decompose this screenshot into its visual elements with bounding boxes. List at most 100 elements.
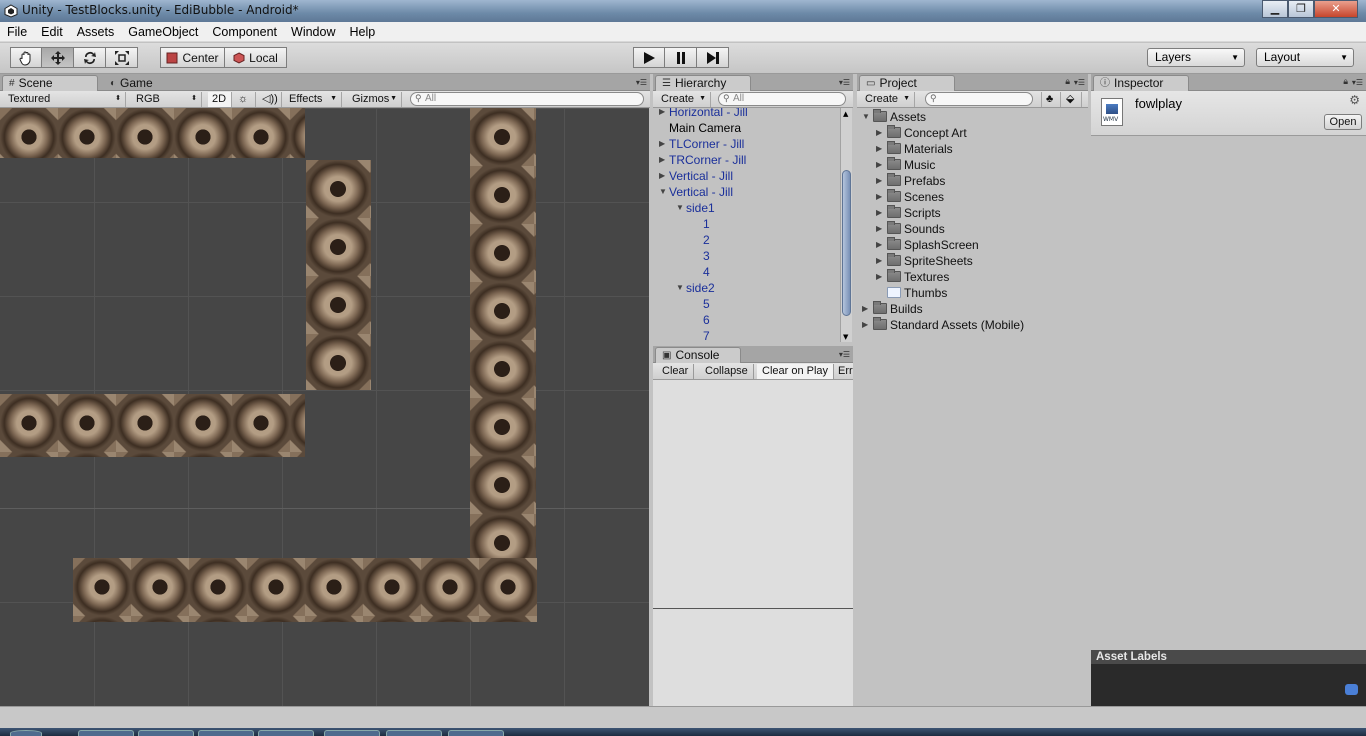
expanded-triangle-icon[interactable]: ▼ (659, 184, 667, 200)
expanded-triangle-icon[interactable]: ▼ (676, 280, 684, 296)
hierarchy-item[interactable]: ▶ Horizontal - Jill (659, 108, 748, 120)
project-folder[interactable]: ▶ SplashScreen (876, 237, 979, 253)
audio-toggle[interactable]: ◁)) (258, 92, 282, 107)
project-folder[interactable]: ▶ Prefabs (876, 173, 945, 189)
hierarchy-scrollbar[interactable]: ▲ ▼ (840, 108, 852, 342)
taskbar-app[interactable] (258, 730, 314, 736)
hierarchy-item[interactable]: 2 (703, 232, 710, 248)
project-search-input[interactable]: ⚲ (925, 92, 1033, 106)
scene-search-input[interactable]: ⚲ All (410, 92, 644, 106)
project-folder[interactable]: ▶ Scripts (876, 205, 941, 221)
menu-help[interactable]: Help (342, 25, 382, 39)
hierarchy-item[interactable]: ▶ TLCorner - Jill (659, 136, 744, 152)
pivot-center-toggle[interactable]: Center (160, 47, 225, 68)
console-collapse-button[interactable]: Collapse (700, 364, 754, 379)
step-button[interactable] (697, 47, 729, 68)
console-error-pause-toggle[interactable]: Err (833, 364, 853, 379)
hierarchy-item[interactable]: ▶ TRCorner - Jill (659, 152, 746, 168)
collapsed-triangle-icon[interactable]: ▶ (876, 221, 882, 237)
project-folder[interactable]: ▶ Sounds (876, 221, 945, 237)
panel-menu-icon[interactable]: ▾☰ (636, 78, 647, 87)
search-by-label-button[interactable]: ⬙ (1062, 92, 1082, 107)
pivot-local-toggle[interactable]: Local (225, 47, 287, 68)
project-folder[interactable]: ▶ Music (876, 157, 935, 173)
sprite-block-vertical-middle[interactable] (306, 160, 371, 390)
taskbar-app[interactable] (198, 730, 254, 736)
sprite-block-horizontal-bottom[interactable] (73, 558, 537, 622)
expanded-triangle-icon[interactable]: ▼ (676, 200, 684, 216)
hierarchy-item[interactable]: ▼ side2 (676, 280, 715, 296)
panel-menu-icon[interactable]: ▾☰ (839, 350, 850, 359)
hierarchy-search-input[interactable]: ⚲ All (718, 92, 846, 106)
sprite-block-horizontal-top[interactable] (0, 108, 305, 158)
collapsed-triangle-icon[interactable]: ▶ (876, 205, 882, 221)
tab-game[interactable]: ◐ Game (104, 75, 161, 91)
hierarchy-item[interactable]: 7 (703, 328, 710, 342)
console-log-area[interactable] (653, 380, 853, 608)
lighting-toggle[interactable]: ☼ (234, 92, 256, 107)
hierarchy-item[interactable]: ▶ Vertical - Jill (659, 168, 733, 184)
console-clear-on-play-toggle[interactable]: Clear on Play (757, 364, 835, 379)
taskbar-app[interactable] (324, 730, 380, 736)
tab-hierarchy[interactable]: ☰ Hierarchy (655, 75, 751, 91)
scene-viewport[interactable] (0, 108, 649, 706)
collapsed-triangle-icon[interactable]: ▶ (659, 152, 665, 168)
tab-console[interactable]: ▣ Console (655, 347, 741, 363)
hierarchy-item[interactable]: 3 (703, 248, 710, 264)
collapsed-triangle-icon[interactable]: ▶ (862, 301, 868, 317)
project-folder[interactable]: ▶ Textures (876, 269, 949, 285)
add-label-icon[interactable] (1345, 684, 1358, 695)
expanded-triangle-icon[interactable]: ▼ (862, 109, 870, 125)
project-folder[interactable]: ▶ Materials (876, 141, 953, 157)
collapsed-triangle-icon[interactable]: ▶ (876, 269, 882, 285)
open-button[interactable]: Open (1324, 114, 1362, 130)
move-tool-button[interactable] (42, 47, 74, 68)
hierarchy-item[interactable]: ▼ side1 (676, 200, 715, 216)
lock-icon[interactable]: 🔒︎ (1065, 77, 1070, 87)
tab-inspector[interactable]: ⓘ Inspector (1093, 75, 1189, 91)
shading-dropdown[interactable]: Textured ⬍ (4, 92, 126, 107)
hierarchy-item[interactable]: ▼ Vertical - Jill (659, 184, 733, 200)
collapsed-triangle-icon[interactable]: ▶ (876, 237, 882, 253)
scroll-down-icon[interactable]: ▼ (843, 333, 848, 341)
tab-scene[interactable]: # Scene (2, 75, 98, 91)
layers-dropdown[interactable]: Layers ▼ (1147, 48, 1245, 67)
hierarchy-item[interactable]: 1 (703, 216, 710, 232)
maximize-button[interactable]: ❐ (1288, 0, 1314, 18)
gizmos-dropdown[interactable]: Gizmos ▼ (348, 92, 402, 107)
tab-project[interactable]: ▭ Project (859, 75, 955, 91)
hierarchy-item[interactable]: 6 (703, 312, 710, 328)
collapsed-triangle-icon[interactable]: ▶ (876, 125, 882, 141)
scale-tool-button[interactable] (106, 47, 138, 68)
layout-dropdown[interactable]: Layout ▼ (1256, 48, 1354, 67)
gear-icon[interactable]: ⚙ (1349, 93, 1360, 107)
project-create-dropdown[interactable]: Create ▼ (861, 92, 915, 107)
effects-dropdown[interactable]: Effects ▼ (285, 92, 342, 107)
collapsed-triangle-icon[interactable]: ▶ (876, 141, 882, 157)
collapsed-triangle-icon[interactable]: ▶ (862, 317, 868, 333)
project-folder-standard-assets[interactable]: ▶ Standard Assets (Mobile) (862, 317, 1024, 333)
project-folder[interactable]: ▶ Concept Art (876, 125, 967, 141)
project-folder-assets[interactable]: ▼ Assets (862, 109, 926, 125)
search-by-type-button[interactable]: ♣ (1041, 92, 1061, 107)
menu-window[interactable]: Window (284, 25, 342, 39)
panel-menu-icon[interactable]: ▾☰ (839, 78, 850, 87)
panel-menu-icon[interactable]: ▾☰ (1074, 78, 1085, 87)
render-mode-dropdown[interactable]: RGB ⬍ (132, 92, 202, 107)
menu-edit[interactable]: Edit (34, 25, 70, 39)
hierarchy-item[interactable]: 4 (703, 264, 710, 280)
taskbar-app[interactable] (386, 730, 442, 736)
project-folder[interactable]: ▶ SpriteSheets (876, 253, 973, 269)
menu-assets[interactable]: Assets (70, 25, 122, 39)
hierarchy-create-dropdown[interactable]: Create ▼ (657, 92, 711, 107)
panel-menu-icon[interactable]: ▾☰ (1352, 78, 1363, 87)
close-button[interactable]: ✕ (1314, 0, 1358, 18)
rotate-tool-button[interactable] (74, 47, 106, 68)
hierarchy-item[interactable]: Main Camera (669, 120, 741, 136)
collapsed-triangle-icon[interactable]: ▶ (876, 157, 882, 173)
collapsed-triangle-icon[interactable]: ▶ (876, 253, 882, 269)
scroll-up-icon[interactable]: ▲ (843, 110, 848, 118)
hierarchy-scroll-thumb[interactable] (842, 170, 851, 316)
start-button[interactable] (10, 730, 42, 736)
play-button[interactable] (633, 47, 665, 68)
